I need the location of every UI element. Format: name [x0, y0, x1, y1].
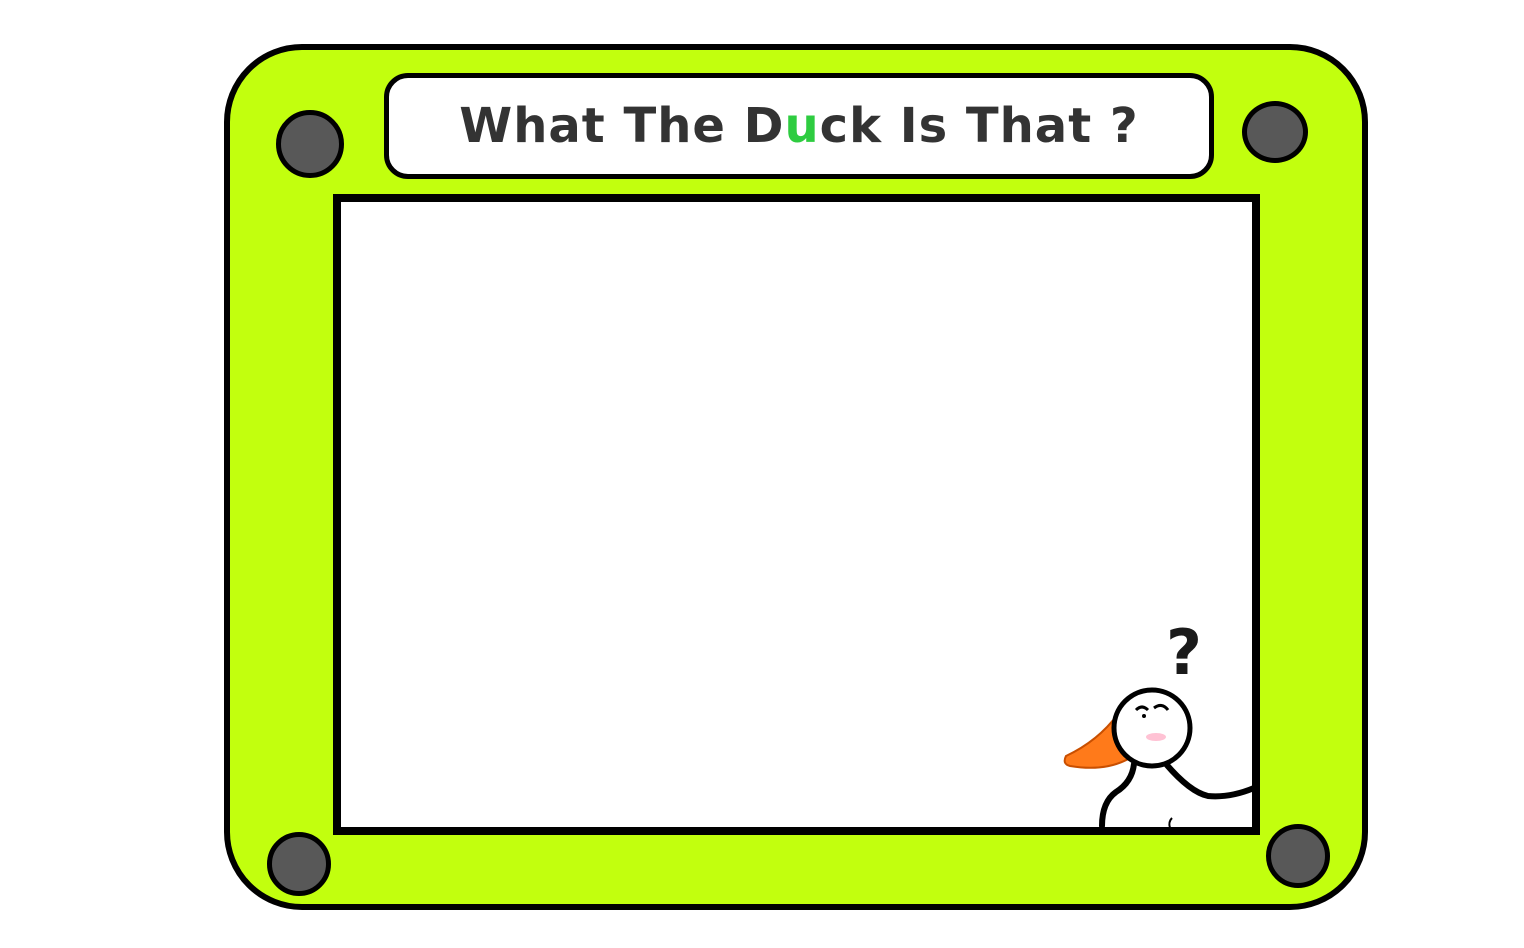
duck-arm: [1163, 761, 1257, 800]
duck-head: [1111, 687, 1193, 769]
question-mark-text: ?: [1166, 616, 1202, 689]
knob-icon-top-right[interactable]: [1242, 101, 1308, 163]
duck-body: [1099, 761, 1137, 829]
duck-eye: [1142, 714, 1146, 718]
title-bar: What The Duck Is That ?: [384, 73, 1214, 179]
duck-detail: [1168, 817, 1173, 829]
duck-blush: [1146, 733, 1166, 741]
knob-icon-bottom-left[interactable]: [267, 832, 331, 896]
knob-icon-top-left[interactable]: [276, 110, 344, 178]
game-title: What The Duck Is That ?: [459, 98, 1139, 154]
title-accent-letter: u: [784, 98, 820, 154]
knob-icon-bottom-right[interactable]: [1266, 824, 1330, 888]
confused-duck-icon: ?: [1063, 616, 1257, 829]
